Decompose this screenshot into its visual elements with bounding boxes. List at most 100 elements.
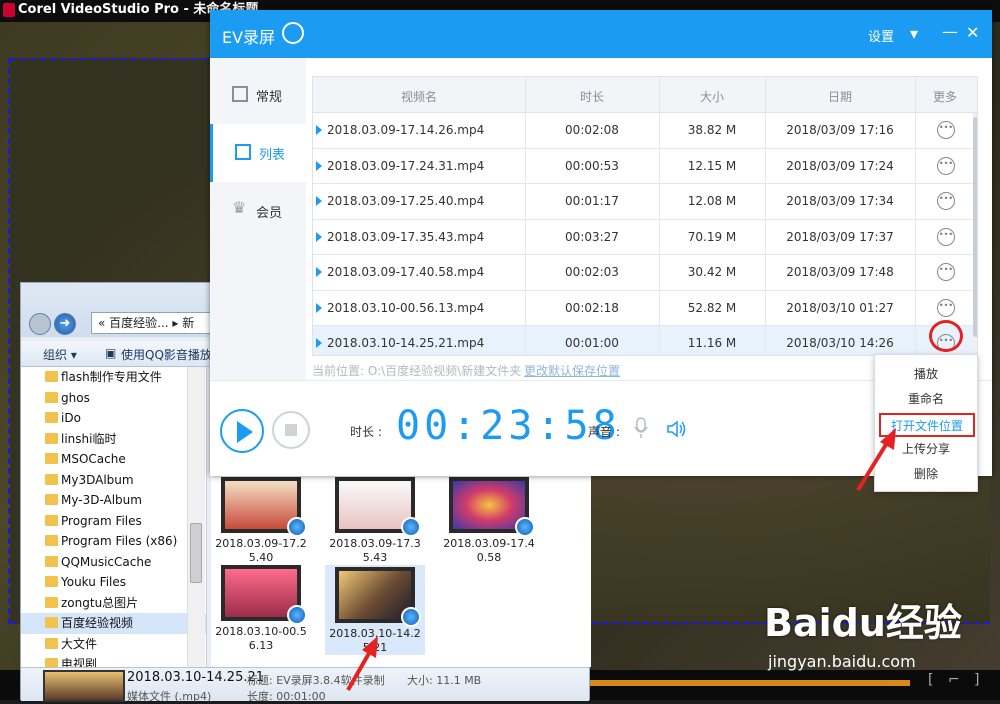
video-badge-icon	[287, 605, 307, 625]
file-thumbnail[interactable]: 2018.03.09-17.4 0.58	[439, 477, 539, 565]
more-options-icon[interactable]: •••	[937, 156, 955, 175]
dropdown-icon[interactable]: ▾	[910, 24, 918, 43]
microphone-icon[interactable]	[634, 417, 648, 439]
forward-button[interactable]: ➜	[54, 313, 76, 335]
folder-tree-item[interactable]: MSOCache	[21, 449, 206, 470]
user-icon[interactable]	[282, 22, 304, 44]
table-row[interactable]: 2018.03.09-17.14.26.mp4 00:02:08 38.82 M 20…	[313, 113, 977, 149]
file-thumbnail-selected[interactable]: 2018.03.10-14.2 5.21	[325, 565, 425, 655]
timeline-track[interactable]	[580, 680, 910, 686]
folder-tree-item[interactable]: My-3D-Album	[21, 490, 206, 511]
column-header-name[interactable]: 视频名	[313, 88, 525, 105]
folder-tree-item[interactable]: Program Files (x86)	[21, 531, 206, 552]
more-options-icon[interactable]: •••	[937, 298, 955, 317]
grid-icon	[232, 86, 248, 102]
folder-icon	[45, 453, 58, 464]
qq-player-icon[interactable]: ▣	[105, 346, 116, 360]
table-row[interactable]: 2018.03.09-17.40.58.mp4 00:02:03 30.42 M 20…	[313, 255, 977, 291]
minimize-icon[interactable]: —	[942, 22, 958, 41]
folder-icon	[45, 391, 58, 403]
play-with-qq-button[interactable]: 使用QQ影音播放	[121, 346, 212, 363]
context-menu-item[interactable]: 重命名	[875, 388, 977, 412]
back-button[interactable]	[29, 313, 51, 335]
expand-triangle-icon[interactable]	[316, 196, 322, 206]
file-thumbnail[interactable]: 2018.03.10-00.5 6.13	[211, 565, 311, 653]
cell-size: 12.15 M	[687, 158, 737, 173]
duration-label: 时长 :	[350, 425, 382, 439]
table-scroll-thumb[interactable]	[973, 117, 977, 337]
column-header-size[interactable]: 大小	[659, 88, 765, 105]
folder-icon	[45, 637, 58, 649]
more-options-icon[interactable]: •••	[937, 227, 955, 246]
folder-name: MSOCache	[61, 452, 126, 466]
folder-name: iDo	[61, 411, 81, 425]
folder-tree-item[interactable]: linshi临时	[21, 429, 206, 450]
sidebar-item-member[interactable]: ♛ 会员	[210, 182, 306, 240]
cell-duration: 00:01:17	[565, 194, 619, 208]
speaker-icon[interactable]	[666, 419, 688, 439]
cell-video-name: 2018.03.10-00.56.13.mp4	[327, 300, 485, 315]
context-menu-item[interactable]: 打开文件位置	[879, 413, 975, 437]
table-row[interactable]: 2018.03.09-17.24.31.mp4 00:00:53 12.15 M 20…	[313, 149, 977, 184]
file-thumbnail[interactable]: 2018.03.09-17.3 5.43	[325, 477, 425, 565]
status-size: 大小: 11.1 MB	[407, 674, 482, 687]
folder-icon	[45, 658, 58, 667]
cell-video-name: 2018.03.10-14.25.21.mp4	[327, 336, 485, 350]
cell-date: 2018/03/09 17:37	[786, 229, 894, 244]
play-icon	[237, 421, 253, 443]
more-options-icon[interactable]: •••	[937, 192, 955, 210]
folder-tree-item[interactable]: zongtu总图片	[21, 593, 206, 614]
table-row[interactable]: 2018.03.09-17.25.40.mp4 00:01:17 12.08 M 20…	[313, 184, 977, 220]
folder-tree-item[interactable]: 电视剧	[21, 654, 206, 667]
expand-triangle-icon[interactable]	[316, 267, 322, 277]
cell-size: 12.08 M	[687, 194, 737, 208]
expand-triangle-icon[interactable]	[316, 231, 322, 242]
expand-triangle-icon[interactable]	[316, 125, 322, 135]
folder-tree-item[interactable]: ghos	[21, 388, 206, 409]
expand-triangle-icon[interactable]	[316, 302, 322, 313]
more-options-icon[interactable]: •••	[937, 121, 955, 139]
expand-triangle-icon[interactable]	[316, 338, 322, 348]
folder-tree-item[interactable]: 百度经验视频	[21, 613, 206, 634]
cell-date: 2018/03/10 01:27	[786, 300, 894, 315]
folder-tree-item[interactable]: iDo	[21, 408, 206, 429]
expand-triangle-icon[interactable]	[316, 160, 322, 171]
context-menu-item[interactable]: 上传分享	[875, 438, 977, 462]
tree-scroll-thumb[interactable]	[190, 523, 202, 583]
folder-tree-item[interactable]: My3DAlbum	[21, 470, 206, 491]
folder-tree-item[interactable]: QQMusicCache	[21, 552, 206, 573]
table-row[interactable]: 2018.03.09-17.35.43.mp4 00:03:27 70.19 M 20…	[313, 220, 977, 255]
more-options-icon[interactable]: •••	[937, 263, 955, 281]
settings-button[interactable]: 设置	[868, 26, 894, 45]
folder-tree-item[interactable]: Program Files	[21, 511, 206, 532]
folder-icon	[45, 514, 58, 526]
change-save-location-link[interactable]: 更改默认保存位置	[524, 362, 620, 379]
folder-tree-item[interactable]: Youku Files	[21, 572, 206, 593]
corel-mark-out-icon[interactable]: ⌐	[948, 672, 960, 688]
corel-split-icon[interactable]: ]	[974, 672, 979, 688]
organize-button[interactable]: 组织 ▾	[43, 346, 77, 363]
close-icon[interactable]: ✕	[966, 23, 979, 42]
tree-scrollbar[interactable]	[187, 367, 205, 667]
sidebar-item-list[interactable]: 列表	[210, 124, 306, 182]
table-row[interactable]: 2018.03.10-00.56.13.mp4 00:02:18 52.82 M 20…	[313, 291, 977, 326]
folder-tree-item[interactable]: flash制作专用文件	[21, 367, 206, 388]
ev-sidebar: 常规 列表 ♛ 会员	[210, 58, 306, 380]
folder-tree-item[interactable]: 大文件	[21, 634, 206, 655]
context-menu-item[interactable]: 播放	[875, 363, 977, 387]
video-badge-icon	[515, 517, 535, 537]
play-button[interactable]	[220, 409, 264, 453]
corel-mark-in-icon[interactable]: [	[928, 672, 933, 688]
column-header-date[interactable]: 日期	[765, 88, 915, 105]
cell-duration: 00:02:08	[565, 123, 619, 137]
table-row[interactable]: 2018.03.10-14.25.21.mp4 00:01:00 11.16 M 20…	[313, 326, 977, 355]
file-thumbnail[interactable]: 2018.03.09-17.2 5.40	[211, 477, 311, 565]
sidebar-item-general[interactable]: 常规	[210, 66, 306, 124]
sidebar-item-label: 列表	[259, 148, 286, 163]
folder-name: ghos	[61, 390, 90, 405]
context-menu-item[interactable]: 删除	[875, 463, 977, 487]
stop-button[interactable]	[272, 411, 310, 449]
cell-video-name: 2018.03.09-17.14.26.mp4	[327, 123, 485, 137]
column-header-duration[interactable]: 时长	[525, 88, 659, 105]
cell-video-name: 2018.03.09-17.25.40.mp4	[327, 194, 485, 208]
